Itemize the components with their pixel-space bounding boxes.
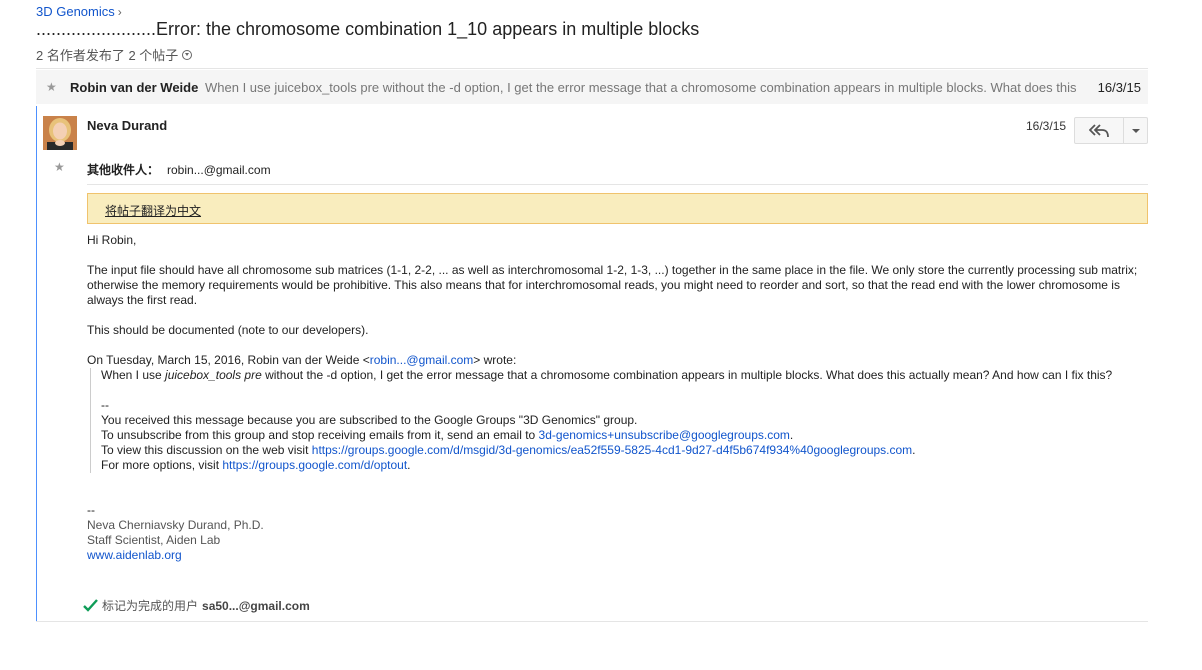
collapsed-message-author: Robin van der Weide <box>70 80 199 95</box>
topic-meta[interactable]: 2 名作者发布了 2 个帖子 <box>36 45 193 64</box>
quote-intro-email-link[interactable]: robin...@gmail.com <box>370 353 474 367</box>
topic-title: ........................Error: the chrom… <box>36 19 700 39</box>
more-options-text: For more options, visit <box>101 458 223 472</box>
view-discussion-period: . <box>912 443 916 457</box>
marked-complete-user[interactable]: sa50...@gmail.com <box>202 599 310 613</box>
unsubscribe-period: . <box>789 428 794 442</box>
breadcrumb-separator: › <box>117 5 122 19</box>
marked-complete: 标记为完成的用户 sa50...@gmail.com <box>83 597 310 614</box>
signature-name: Neva Cherniavsky Durand, Ph.D. <box>87 518 264 532</box>
recipients-label: 其他收件人： <box>87 163 160 177</box>
optout-link[interactable]: https://groups.google.com/d/optout <box>222 458 407 472</box>
header-divider <box>36 68 1148 69</box>
signature-website-link[interactable]: www.aidenlab.org <box>87 548 182 562</box>
view-discussion-link[interactable]: https://groups.google.com/d/msgid/3d-gen… <box>312 443 912 457</box>
reply-all-icon <box>1089 123 1109 137</box>
quoted-message: When I use juicebox_tools pre without th… <box>90 368 1149 473</box>
quoted-text-pre: When I use <box>101 368 166 382</box>
reply-button-group <box>1074 117 1148 144</box>
dropdown-arrow-icon <box>1131 128 1140 133</box>
view-discussion-text: To view this discussion on the web visit <box>101 443 312 457</box>
unsubscribe-email-link[interactable]: 3d-genomics+unsubscribe@googlegroups.com <box>539 428 790 442</box>
star-icon[interactable]: ★ <box>46 80 57 94</box>
quoted-signature-dash: -- <box>101 398 109 412</box>
breadcrumb: 3D Genomics › <box>36 4 122 19</box>
signature-website-line: www.aidenlab.org <box>87 548 1149 563</box>
recipients: 其他收件人： robin...@gmail.com <box>87 161 271 178</box>
collapsed-message-snippet: When I use juicebox_tools pre without th… <box>205 80 1077 95</box>
signature-title: Staff Scientist, Aiden Lab <box>87 533 221 547</box>
avatar <box>43 116 77 150</box>
quoted-text-italic: juicebox_tools pre <box>165 368 262 382</box>
unsubscribe-line: To unsubscribe from this group and stop … <box>101 428 1149 443</box>
greeting: Hi Robin, <box>87 233 137 247</box>
reply-all-button[interactable] <box>1074 117 1124 144</box>
expanded-message-border <box>36 106 37 621</box>
chevron-down-circle-icon[interactable] <box>182 49 193 60</box>
message-date: 16/3/15 <box>1026 119 1067 133</box>
recipients-value: robin...@gmail.com <box>167 163 271 177</box>
collapsed-message-row[interactable]: ★ Robin van der Weide When I use juicebo… <box>36 70 1148 104</box>
bottom-divider <box>36 621 1148 622</box>
quote-intro-text: On Tuesday, March 15, 2016, Robin van de… <box>87 353 370 367</box>
body-paragraph-1: The input file should have all chromosom… <box>87 263 1138 307</box>
message-body: Hi Robin, The input file should have all… <box>87 233 1149 563</box>
breadcrumb-group-link[interactable]: 3D Genomics <box>36 4 115 19</box>
quote-intro-suffix: > wrote: <box>473 353 517 367</box>
star-icon[interactable]: ★ <box>54 160 65 174</box>
quote-intro: On Tuesday, March 15, 2016, Robin van de… <box>87 353 1149 368</box>
translate-link[interactable]: 将帖子翻译为中文 <box>105 202 201 219</box>
more-options-button[interactable] <box>1124 117 1148 144</box>
optout-period: . <box>407 458 411 472</box>
signature-dash: -- <box>87 503 95 517</box>
translate-bar: 将帖子翻译为中文 <box>87 193 1148 224</box>
subscription-notice: You received this message because you ar… <box>101 413 638 427</box>
marked-complete-label: 标记为完成的用户 <box>102 599 199 613</box>
quoted-text: When I use juicebox_tools pre without th… <box>101 368 1149 383</box>
more-options-line: For more options, visit https://groups.g… <box>101 458 1149 473</box>
recipients-divider <box>87 184 1148 185</box>
checkmark-icon <box>83 599 98 612</box>
topic-meta-text: 2 名作者发布了 2 个帖子 <box>36 48 179 63</box>
collapsed-message-date: 16/3/15 <box>1097 80 1141 95</box>
sender-name[interactable]: Neva Durand <box>87 118 167 133</box>
quoted-text-post: without the -d option, I get the error m… <box>261 368 1113 382</box>
body-paragraph-2: This should be documented (note to our d… <box>87 323 369 337</box>
view-discussion-line: To view this discussion on the web visit… <box>101 443 1149 458</box>
unsubscribe-text: To unsubscribe from this group and stop … <box>101 428 539 442</box>
